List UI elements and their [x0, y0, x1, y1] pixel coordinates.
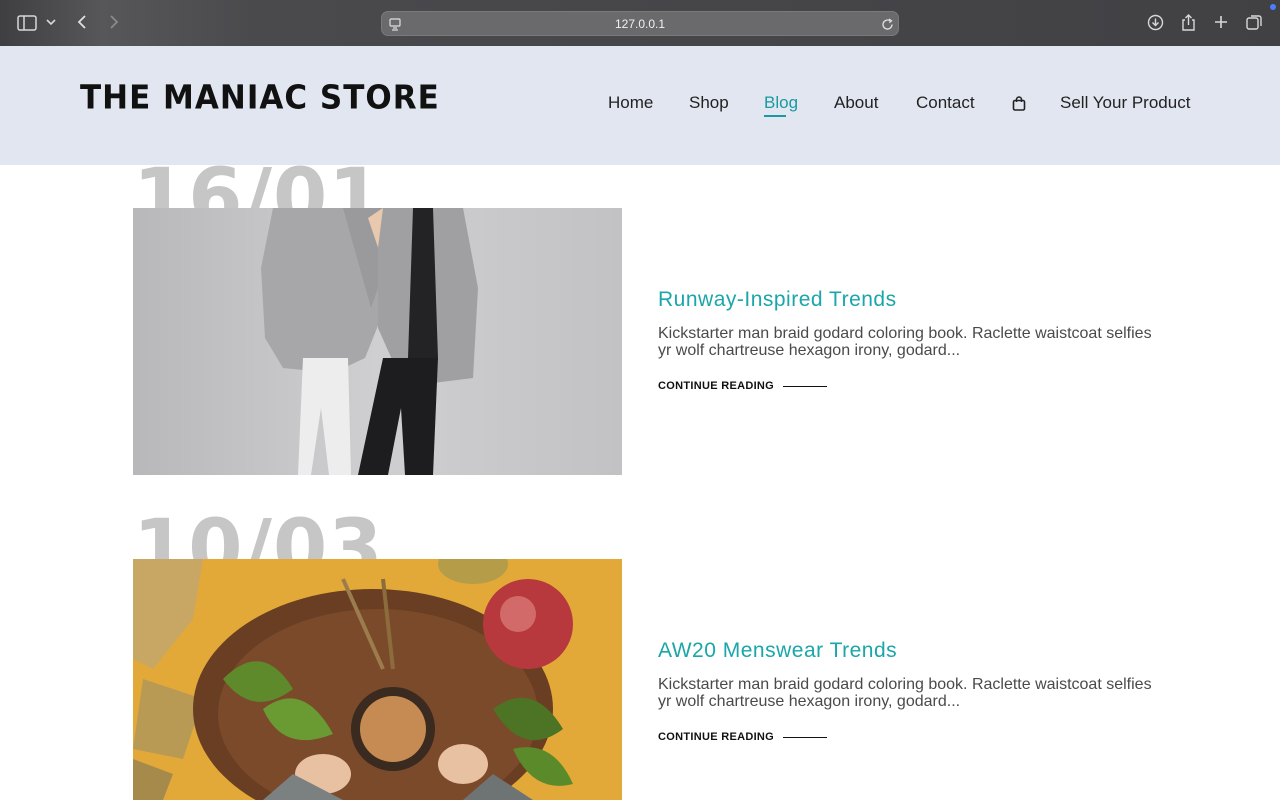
continue-reading-label: CONTINUE READING [658, 380, 775, 392]
sidebar-icon[interactable] [17, 14, 37, 31]
nav-home[interactable]: Home [608, 93, 653, 113]
post-title[interactable]: Runway-Inspired Trends [658, 288, 897, 312]
download-icon[interactable] [1146, 13, 1164, 31]
post-excerpt: Kickstarter man braid godard coloring bo… [658, 325, 1152, 359]
notification-dot [1270, 4, 1276, 10]
store-logo[interactable]: THE MANIAC STORE [80, 79, 440, 117]
post-title[interactable]: AW20 Menswear Trends [658, 639, 897, 663]
active-nav-indicator [764, 115, 786, 117]
continue-reading-link[interactable]: CONTINUE READING [658, 731, 828, 743]
reload-icon[interactable] [880, 16, 894, 32]
tabs-overview-icon[interactable] [1245, 13, 1263, 31]
post-excerpt: Kickstarter man braid godard coloring bo… [658, 676, 1152, 710]
new-tab-icon[interactable] [1212, 13, 1230, 31]
nav-shop[interactable]: Shop [689, 93, 729, 113]
continue-reading-label: CONTINUE READING [658, 731, 775, 743]
continue-reading-link[interactable]: CONTINUE READING [658, 380, 828, 392]
nav-sell-your-product[interactable]: Sell Your Product [1060, 93, 1190, 113]
nav-contact[interactable]: Contact [916, 93, 975, 113]
forward-icon[interactable] [106, 13, 122, 31]
shopping-bag-icon[interactable] [1012, 96, 1026, 111]
post-image-runway[interactable] [133, 208, 622, 475]
divider-line [783, 385, 828, 387]
nav-blog[interactable]: Blog [764, 93, 798, 113]
address-bar[interactable]: 127.0.0.1 [381, 11, 899, 36]
url-text: 127.0.0.1 [614, 17, 666, 31]
nav-about[interactable]: About [834, 93, 878, 113]
share-icon[interactable] [1180, 12, 1197, 32]
chevron-down-icon[interactable] [45, 16, 57, 28]
divider-line [783, 736, 828, 738]
browser-toolbar: 127.0.0.1 [0, 0, 1280, 46]
post-image-menswear[interactable] [133, 559, 622, 800]
back-icon[interactable] [74, 13, 90, 31]
